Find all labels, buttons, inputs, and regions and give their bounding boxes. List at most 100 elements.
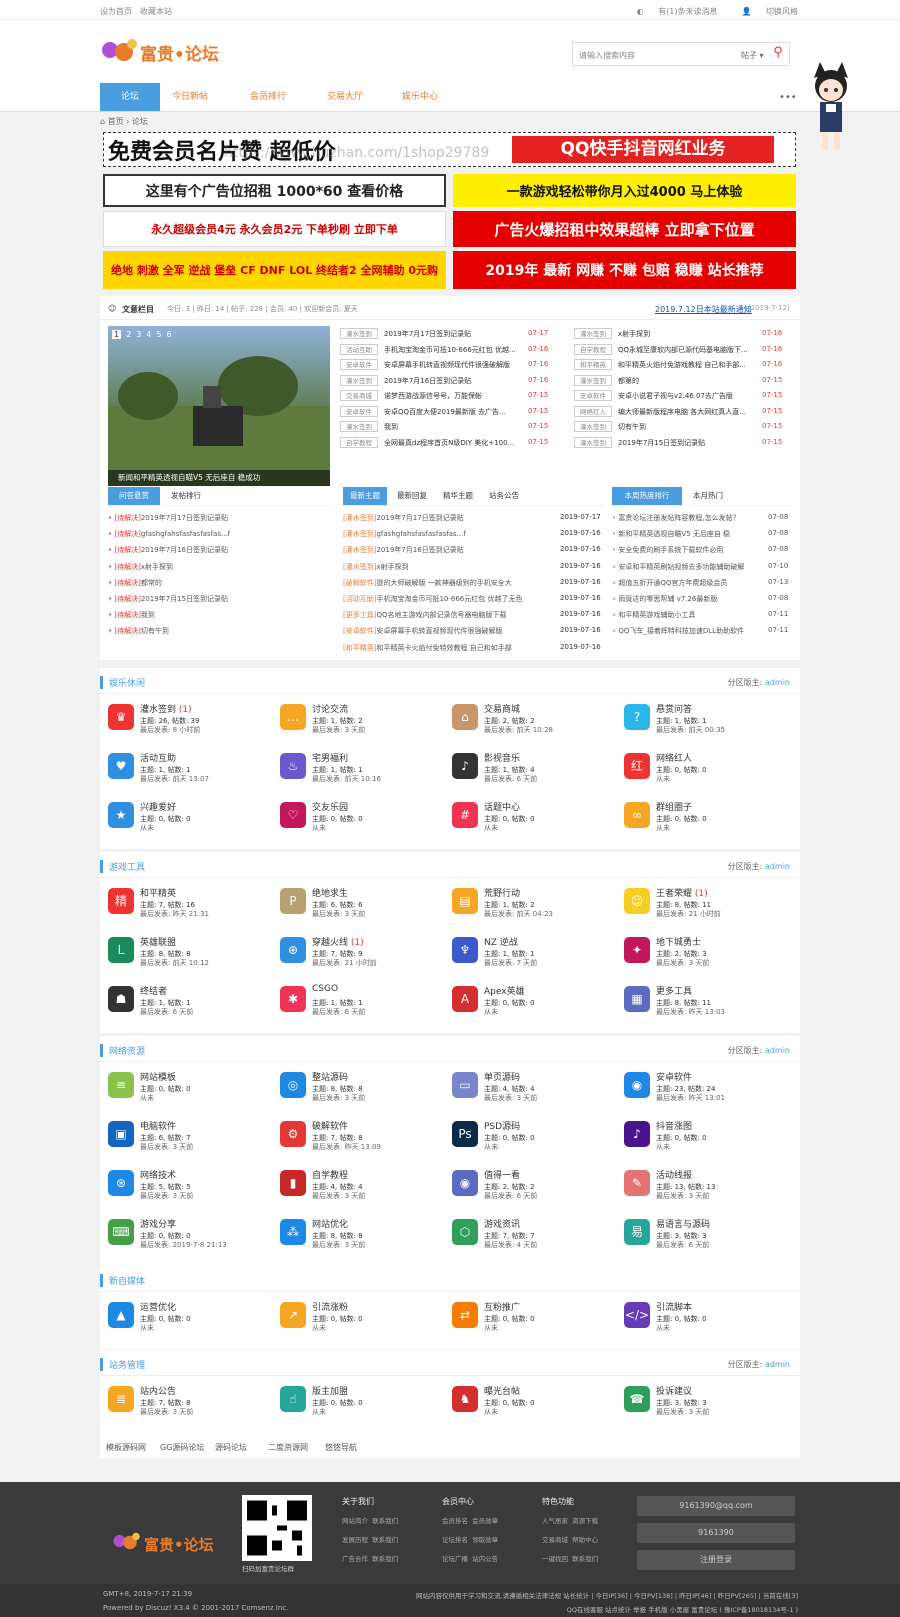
forum-item[interactable]: ⌨ 游戏分享 主题: 0, 帖数: 0 最后发表: 2019-7-8 21:13: [102, 1213, 272, 1257]
tab-notice[interactable]: 站务公告: [482, 487, 526, 505]
hot-tag[interactable]: 网络红人: [574, 405, 612, 417]
hot-title[interactable]: 和平精英火焰付免游戏教程 自己和手部...: [618, 360, 760, 370]
forum-name[interactable]: 悬赏问答: [656, 702, 692, 715]
forum-item[interactable]: ☗ 终结者 主题: 1, 帖数: 1 最后发表: 6 天前: [102, 980, 272, 1024]
forum-name[interactable]: 运营优化: [140, 1300, 176, 1313]
forum-last-post[interactable]: 从未: [312, 1323, 326, 1333]
forum-name[interactable]: 英雄联盟: [140, 935, 176, 948]
message-link[interactable]: ◐ 有(1)条未读消息: [625, 7, 718, 16]
forum-name[interactable]: 更多工具: [656, 984, 692, 997]
list-item[interactable]: • [待解决]都常的: [108, 578, 330, 588]
hot-title[interactable]: x射手探到: [618, 329, 760, 339]
forum-name[interactable]: 穿越火线 (1): [312, 935, 364, 948]
slide-caption[interactable]: 新闻和平精英透视自瞄V5 无后座自 稳成功: [108, 470, 330, 486]
forum-item[interactable]: ♡ 交友乐园 主题: 0, 帖数: 0 从未: [274, 796, 444, 840]
ad-banner-7[interactable]: 2019年 最新 网赚 不赚 包赔 稳赚 站长推荐: [453, 251, 796, 289]
hot-tag[interactable]: 灌水签到: [340, 374, 378, 386]
forum-name[interactable]: 终结者: [140, 984, 167, 997]
forum-name[interactable]: CSGO: [312, 984, 338, 994]
forum-last-post[interactable]: 最后发表: 前天 04:23: [484, 909, 553, 919]
hot-title[interactable]: 都第的: [618, 376, 760, 386]
forum-last-post[interactable]: 最后发表: 3 天前: [656, 1407, 709, 1417]
forum-item[interactable]: ◉ 安卓软件 主题: 23, 帖数: 24 最后发表: 昨天 13:01: [618, 1066, 788, 1110]
ad-banner-1[interactable]: 免费会员名片赞 超低价 QQ快手抖音网红业务 https://www.huzha…: [103, 132, 796, 167]
hot-tag[interactable]: 安卓软件: [340, 405, 378, 417]
forum-last-post[interactable]: 最后发表: 3 天前: [312, 909, 365, 919]
nav-trade[interactable]: 交易大厅: [315, 83, 375, 111]
section-title[interactable]: 新自媒体: [100, 1274, 145, 1287]
slide-page-1[interactable]: 1: [112, 330, 122, 339]
forum-last-post[interactable]: 最后发表: 前天 10:12: [140, 958, 209, 968]
hot-title[interactable]: 诺梦西游战源信号号，万能保帐: [384, 391, 526, 401]
forum-item[interactable]: ♨ 宅男福利 主题: 1, 帖数: 1 最后发表: 前天 10:16: [274, 747, 444, 791]
forum-name[interactable]: 曝光台帖: [484, 1384, 520, 1397]
list-item[interactable]: [更多工具]QQ名地主游戏内部记录信号器电脑版下载: [343, 610, 558, 620]
hot-tag[interactable]: 交易商城: [340, 390, 378, 401]
forum-last-post[interactable]: 最后发表: 昨天 13:09: [312, 1142, 381, 1152]
forum-item[interactable]: </> 引流脚本 主题: 0, 帖数: 0 从未: [618, 1296, 788, 1340]
forum-item[interactable]: ♪ 抖音涨图 主题: 0, 帖数: 0 从未: [618, 1115, 788, 1159]
forum-last-post[interactable]: 最后发表: 21 小时前: [312, 958, 377, 968]
forum-name[interactable]: 安卓软件: [656, 1070, 692, 1083]
list-item[interactable]: • 超值五折开通QQ官方年费超级会员: [612, 578, 762, 588]
list-item[interactable]: • [待解决]我到: [108, 610, 330, 620]
forum-last-post[interactable]: 从未: [484, 1007, 498, 1017]
footer-qq[interactable]: 9161390: [637, 1523, 795, 1543]
hot-title[interactable]: 切有午到: [618, 422, 760, 432]
list-item[interactable]: • 雨竟达的零思帮辅 v7.26最新版: [612, 594, 762, 604]
forum-name[interactable]: 网站优化: [312, 1217, 348, 1230]
list-item[interactable]: • 富贵论坛注册发帖阵容教程,怎么发帖？: [612, 513, 762, 523]
list-item[interactable]: [灌水签到]gfashgfahsfasfasfasfas...f: [343, 529, 558, 539]
forum-item[interactable]: Ps PSD源码 主题: 0, 帖数: 0 从未: [446, 1115, 616, 1159]
forum-item[interactable]: ⬡ 游戏资讯 主题: 7, 帖数: 7 最后发表: 4 天前: [446, 1213, 616, 1257]
forum-last-post[interactable]: 最后发表: 3 天前: [656, 958, 709, 968]
ad-banner-3[interactable]: 一款游戏轻松带你月入过4000 马上体验: [453, 174, 796, 207]
list-item[interactable]: [灌水签到]2019年7月16日签到记录贴: [343, 545, 558, 555]
forum-item[interactable]: # 话题中心 主题: 0, 帖数: 0 从未: [446, 796, 616, 840]
tab-post-rank[interactable]: 发帖排行: [160, 487, 212, 505]
forum-last-post[interactable]: 最后发表: 3 天前: [656, 1191, 709, 1201]
hot-title[interactable]: 2019年7月16日签到记录贴: [384, 376, 526, 386]
forum-last-post[interactable]: 最后发表: 6 天前: [484, 774, 537, 784]
forum-last-post[interactable]: 最后发表: 3 天前: [312, 725, 365, 735]
moderator-link[interactable]: admin: [765, 1360, 790, 1369]
forum-name[interactable]: 整站源码: [312, 1070, 348, 1083]
forum-last-post[interactable]: 从未: [140, 1323, 154, 1333]
forum-item[interactable]: ♥ 活动互助 主题: 1, 帖数: 1 最后发表: 前天 13:07: [102, 747, 272, 791]
forum-last-post[interactable]: 最后发表: 6 天前: [484, 1191, 537, 1201]
list-item[interactable]: [和平精英]和平精英卡火焰付免特效教程 自己和如手部: [343, 643, 558, 653]
forum-name[interactable]: 活动线报: [656, 1168, 692, 1181]
forum-last-post[interactable]: 最后发表: 2019-7-8 21:13: [140, 1240, 227, 1250]
forum-last-post[interactable]: 最后发表: 4 天前: [484, 1240, 537, 1250]
forum-item[interactable]: ∞ 群组圈子 主题: 0, 帖数: 0 从未: [618, 796, 788, 840]
forum-item[interactable]: ⚙ 破解软件 主题: 7, 帖数: 8 最后发表: 昨天 13:09: [274, 1115, 444, 1159]
forum-item[interactable]: ♆ NZ 逆战 主题: 1, 帖数: 1 最后发表: 7 天前: [446, 931, 616, 975]
section-title[interactable]: 网络资源: [100, 1044, 145, 1057]
forum-item[interactable]: ⁂ 网站优化 主题: 8, 帖数: 8 最后发表: 3 天前: [274, 1213, 444, 1257]
forum-name[interactable]: 网站模板: [140, 1070, 176, 1083]
friend-link-2[interactable]: GG源码论坛: [160, 1442, 204, 1453]
forum-name[interactable]: 引流涨粉: [312, 1300, 348, 1313]
forum-item[interactable]: ☝ 版主加盟 主题: 0, 帖数: 0 从未: [274, 1380, 444, 1424]
forum-last-post[interactable]: 从未: [656, 823, 670, 833]
forum-name[interactable]: 自学教程: [312, 1168, 348, 1181]
switch-style-link[interactable]: 👤 切换风格: [729, 7, 798, 16]
search-icon[interactable]: ⚲: [769, 45, 787, 63]
forum-last-post[interactable]: 最后发表: 8 小时前: [140, 725, 200, 735]
forum-item[interactable]: ◉ 值得一看 主题: 2, 帖数: 2 最后发表: 6 天前: [446, 1164, 616, 1208]
forum-last-post[interactable]: 最后发表: 3 天前: [140, 1142, 193, 1152]
forum-name[interactable]: 电脑软件: [140, 1119, 176, 1132]
forum-name[interactable]: 地下城勇士: [656, 935, 701, 948]
footer-login-button[interactable]: 注册登录: [637, 1550, 795, 1570]
hot-title[interactable]: 安卓屏幕手机转直视频现代件很强破解版: [384, 360, 526, 370]
forum-name[interactable]: 灌水签到 (1): [140, 702, 192, 715]
forum-item[interactable]: ? 悬赏问答 主题: 1, 帖数: 1 最后发表: 前天 00:35: [618, 698, 788, 742]
section-title[interactable]: 站务管理: [100, 1358, 145, 1371]
forum-last-post[interactable]: 从未: [484, 823, 498, 833]
forum-name[interactable]: 值得一看: [484, 1168, 520, 1181]
forum-last-post[interactable]: 最后发表: 昨天 21:31: [140, 909, 209, 919]
forum-name[interactable]: 网络技术: [140, 1168, 176, 1181]
forum-last-post[interactable]: 最后发表: 3 天前: [484, 1093, 537, 1103]
list-item[interactable]: [破解软件]提的大师破解版 一款神器级别的手机安全大: [343, 578, 558, 588]
bookmark-link[interactable]: 收藏本站: [140, 7, 172, 16]
